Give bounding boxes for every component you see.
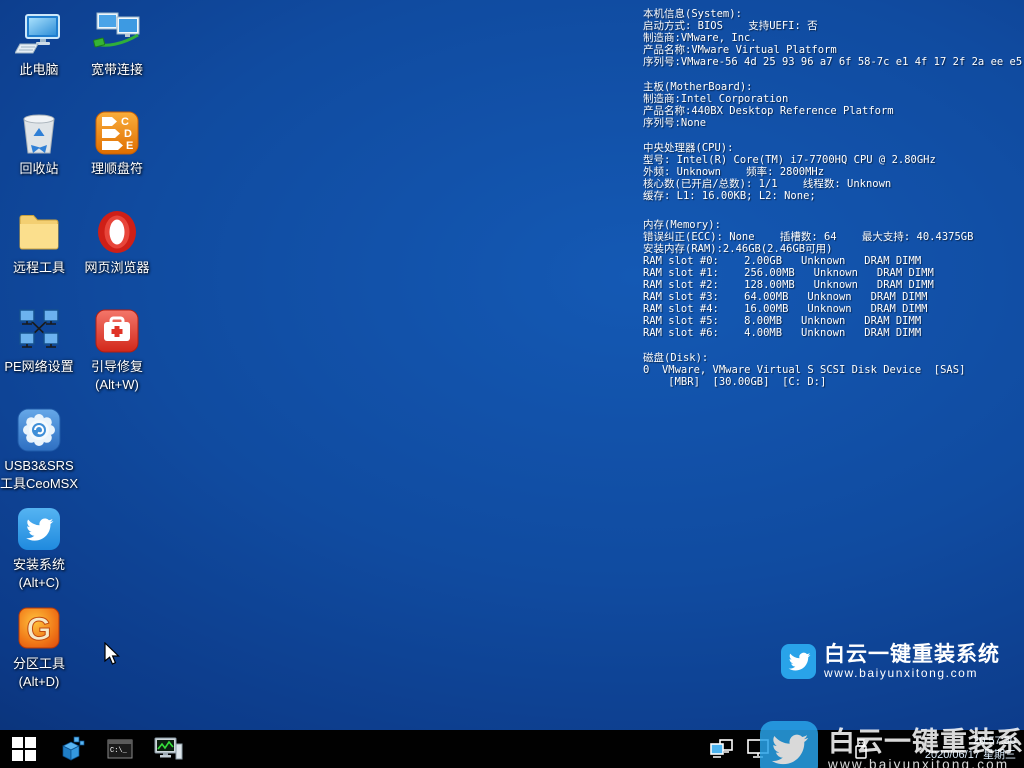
system-info-motherboard: 主板(MotherBoard):制造商:Intel Corporation产品名…: [643, 81, 1022, 129]
info-line: 缓存: L1: 16.00KB; L2: None;: [643, 190, 1022, 202]
usb3-tool-icon: [15, 406, 63, 454]
network-tray-icon[interactable]: [710, 739, 734, 759]
drive-letter-icon: CDE: [93, 109, 141, 157]
info-line: 制造商:Intel Corporation: [643, 93, 1022, 105]
info-line: RAM slot #4: 16.00MB Unknown DRAM DIMM: [643, 303, 1022, 315]
twitter-bird-icon: [760, 721, 818, 768]
system-info-disk: 磁盘(Disk):0 VMware, VMware Virtual S SCSI…: [643, 352, 1022, 388]
taskbar-hardware-monitor-button[interactable]: [144, 730, 192, 768]
info-line: RAM slot #2: 128.00MB Unknown DRAM DIMM: [643, 279, 1022, 291]
desktop-icon-this-pc[interactable]: 此电脑: [0, 10, 78, 109]
svg-text:D: D: [124, 128, 132, 140]
desktop-icon-label: 回收站: [19, 160, 58, 178]
desktop-icon-label: USB3&SRS工具CeoMSX: [0, 457, 78, 493]
opera-icon: [93, 208, 141, 256]
registry-cube-icon: [58, 735, 86, 763]
info-line: 产品名称:VMware Virtual Platform: [643, 44, 1022, 56]
desktop-icon-boot-repair[interactable]: 引导修复(Alt+W): [78, 307, 156, 406]
info-line: RAM slot #5: 8.00MB Unknown DRAM DIMM: [643, 315, 1022, 327]
cmd-icon: C:\_: [106, 735, 134, 763]
desktop-icon-usb3-srs-tool[interactable]: USB3&SRS工具CeoMSX: [0, 406, 78, 505]
desktop-icon-label: 引导修复(Alt+W): [91, 358, 143, 394]
system-info-cpu: 中央处理器(CPU):型号: Intel(R) Core(TM) i7-7700…: [643, 142, 1022, 202]
watermark-url: www.baiyunxitong.com: [824, 666, 1000, 680]
watermark-url: www.baiyunxitong.com: [828, 757, 1024, 768]
info-line: 主板(MotherBoard):: [643, 81, 1022, 93]
svg-text:C:\_: C:\_: [110, 747, 128, 755]
partition-icon: G: [15, 604, 63, 652]
info-line: 0 VMware, VMware Virtual S SCSI Disk Dev…: [643, 364, 1022, 376]
desktop-icon-recycle-bin[interactable]: 回收站: [0, 109, 78, 208]
info-line: 型号: Intel(R) Core(TM) i7-7700HQ CPU @ 2.…: [643, 154, 1022, 166]
windows-logo-icon: [11, 736, 37, 762]
folder-icon: [15, 208, 63, 256]
svg-text:G: G: [27, 611, 52, 647]
boot-repair-icon: [93, 307, 141, 355]
desktop-icon-label: 远程工具: [13, 259, 65, 277]
info-line: RAM slot #6: 4.00MB Unknown DRAM DIMM: [643, 327, 1022, 339]
taskbar-app-icons: C:\_: [0, 730, 192, 768]
this-pc-icon: [15, 10, 63, 58]
desktop-icon-remote-tools[interactable]: 远程工具: [0, 208, 78, 307]
info-line: 产品名称:440BX Desktop Reference Platform: [643, 105, 1022, 117]
info-line: 外频: Unknown 频率: 2800MHz: [643, 166, 1022, 178]
desktop-icon-drive-letters[interactable]: CDE 理顺盘符: [78, 109, 156, 208]
desktop-icon-label: 此电脑: [19, 61, 58, 79]
info-line: 中央处理器(CPU):: [643, 142, 1022, 154]
desktop-icon-web-browser[interactable]: 网页浏览器: [78, 208, 156, 307]
system-info-panel: 本机信息(System):启动方式: BIOS 支持UEFI: 否制造商:VMw…: [643, 8, 1022, 401]
desktop-icon-pe-network[interactable]: PE网络设置: [0, 307, 78, 406]
recycle-bin-icon: [15, 109, 63, 157]
info-line: 磁盘(Disk):: [643, 352, 1022, 364]
taskbar-start-button[interactable]: [0, 730, 48, 768]
hw-monitor-icon: [153, 735, 183, 763]
info-line: 启动方式: BIOS 支持UEFI: 否: [643, 20, 1022, 32]
brand-watermark-overlay: 白云一键重装系统 www.baiyunxitong.com: [760, 721, 1024, 768]
info-line: 序列号:VMware-56 4d 25 93 96 a7 6f 58-7c e1…: [643, 56, 1022, 68]
info-line: 核心数(已开启/总数): 1/1 线程数: Unknown: [643, 178, 1022, 190]
system-info-system: 本机信息(System):启动方式: BIOS 支持UEFI: 否制造商:VMw…: [643, 8, 1022, 68]
desktop-icon-column: 此电脑回收站远程工具 PE网络设置 USB3&SRS工具CeoMSX 安装系统(Alt…: [0, 10, 78, 703]
info-line: 安装内存(RAM):2.46GB(2.46GB可用): [643, 243, 1022, 255]
desktop-icon-partition-tool[interactable]: G 分区工具(Alt+D): [0, 604, 78, 703]
desktop-icon-grid: 此电脑回收站远程工具 PE网络设置 USB3&SRS工具CeoMSX 安装系统(Alt…: [0, 10, 156, 703]
info-line: 制造商:VMware, Inc.: [643, 32, 1022, 44]
svg-text:C: C: [121, 116, 129, 128]
svg-text:E: E: [126, 140, 133, 152]
desktop-icon-column: 宽带连接 CDE 理顺盘符网页浏览器引导修复(Alt+W): [78, 10, 156, 703]
desktop-icon-label: 理顺盘符: [91, 160, 143, 178]
info-line: RAM slot #1: 256.00MB Unknown DRAM DIMM: [643, 267, 1022, 279]
info-line: 本机信息(System):: [643, 8, 1022, 20]
watermark-title: 白云一键重装系统: [824, 643, 1000, 666]
install-system-icon: [15, 505, 63, 553]
desktop-icon-install-system[interactable]: 安装系统(Alt+C): [0, 505, 78, 604]
broadband-icon: [93, 10, 141, 58]
desktop-icon-label: 网页浏览器: [84, 259, 149, 277]
brand-watermark: 白云一键重装系统 www.baiyunxitong.com: [781, 643, 1000, 680]
watermark-title: 白云一键重装系统: [828, 728, 1024, 757]
system-info-memory: 内存(Memory):错误纠正(ECC): None 插槽数: 64 最大支持:…: [643, 219, 1022, 339]
desktop-icon-broadband[interactable]: 宽带连接: [78, 10, 156, 109]
info-line: RAM slot #3: 64.00MB Unknown DRAM DIMM: [643, 291, 1022, 303]
taskbar-command-prompt-button[interactable]: C:\_: [96, 730, 144, 768]
taskbar-registry-editor-button[interactable]: [48, 730, 96, 768]
desktop-icon-label: PE网络设置: [4, 358, 73, 376]
info-line: 错误纠正(ECC): None 插槽数: 64 最大支持: 40.4375GB: [643, 231, 1022, 243]
info-line: 序列号:None: [643, 117, 1022, 129]
twitter-bird-icon: [781, 644, 816, 679]
desktop-icon-label: 宽带连接: [91, 61, 143, 79]
info-line: RAM slot #0: 2.00GB Unknown DRAM DIMM: [643, 255, 1022, 267]
desktop-icon-label: 安装系统(Alt+C): [13, 556, 65, 592]
pe-network-icon: [15, 307, 63, 355]
desktop-icon-label: 分区工具(Alt+D): [13, 655, 65, 691]
info-line: [MBR] [30.00GB] [C: D:]: [643, 376, 1022, 388]
info-line: 内存(Memory):: [643, 219, 1022, 231]
